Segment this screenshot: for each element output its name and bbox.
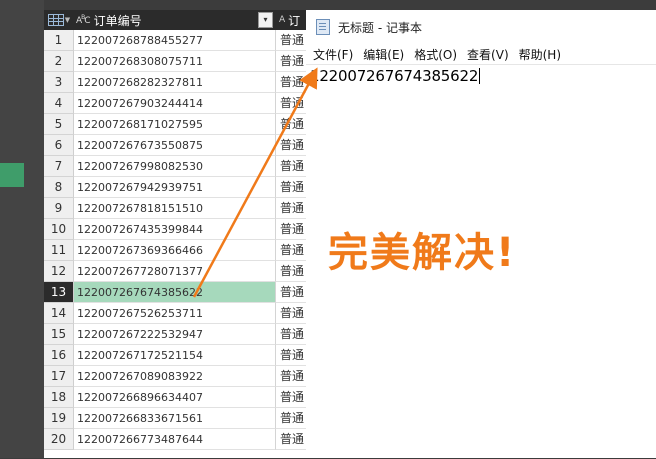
arrow-line [192,67,318,298]
annotation-text: 完美解决! [328,230,517,276]
